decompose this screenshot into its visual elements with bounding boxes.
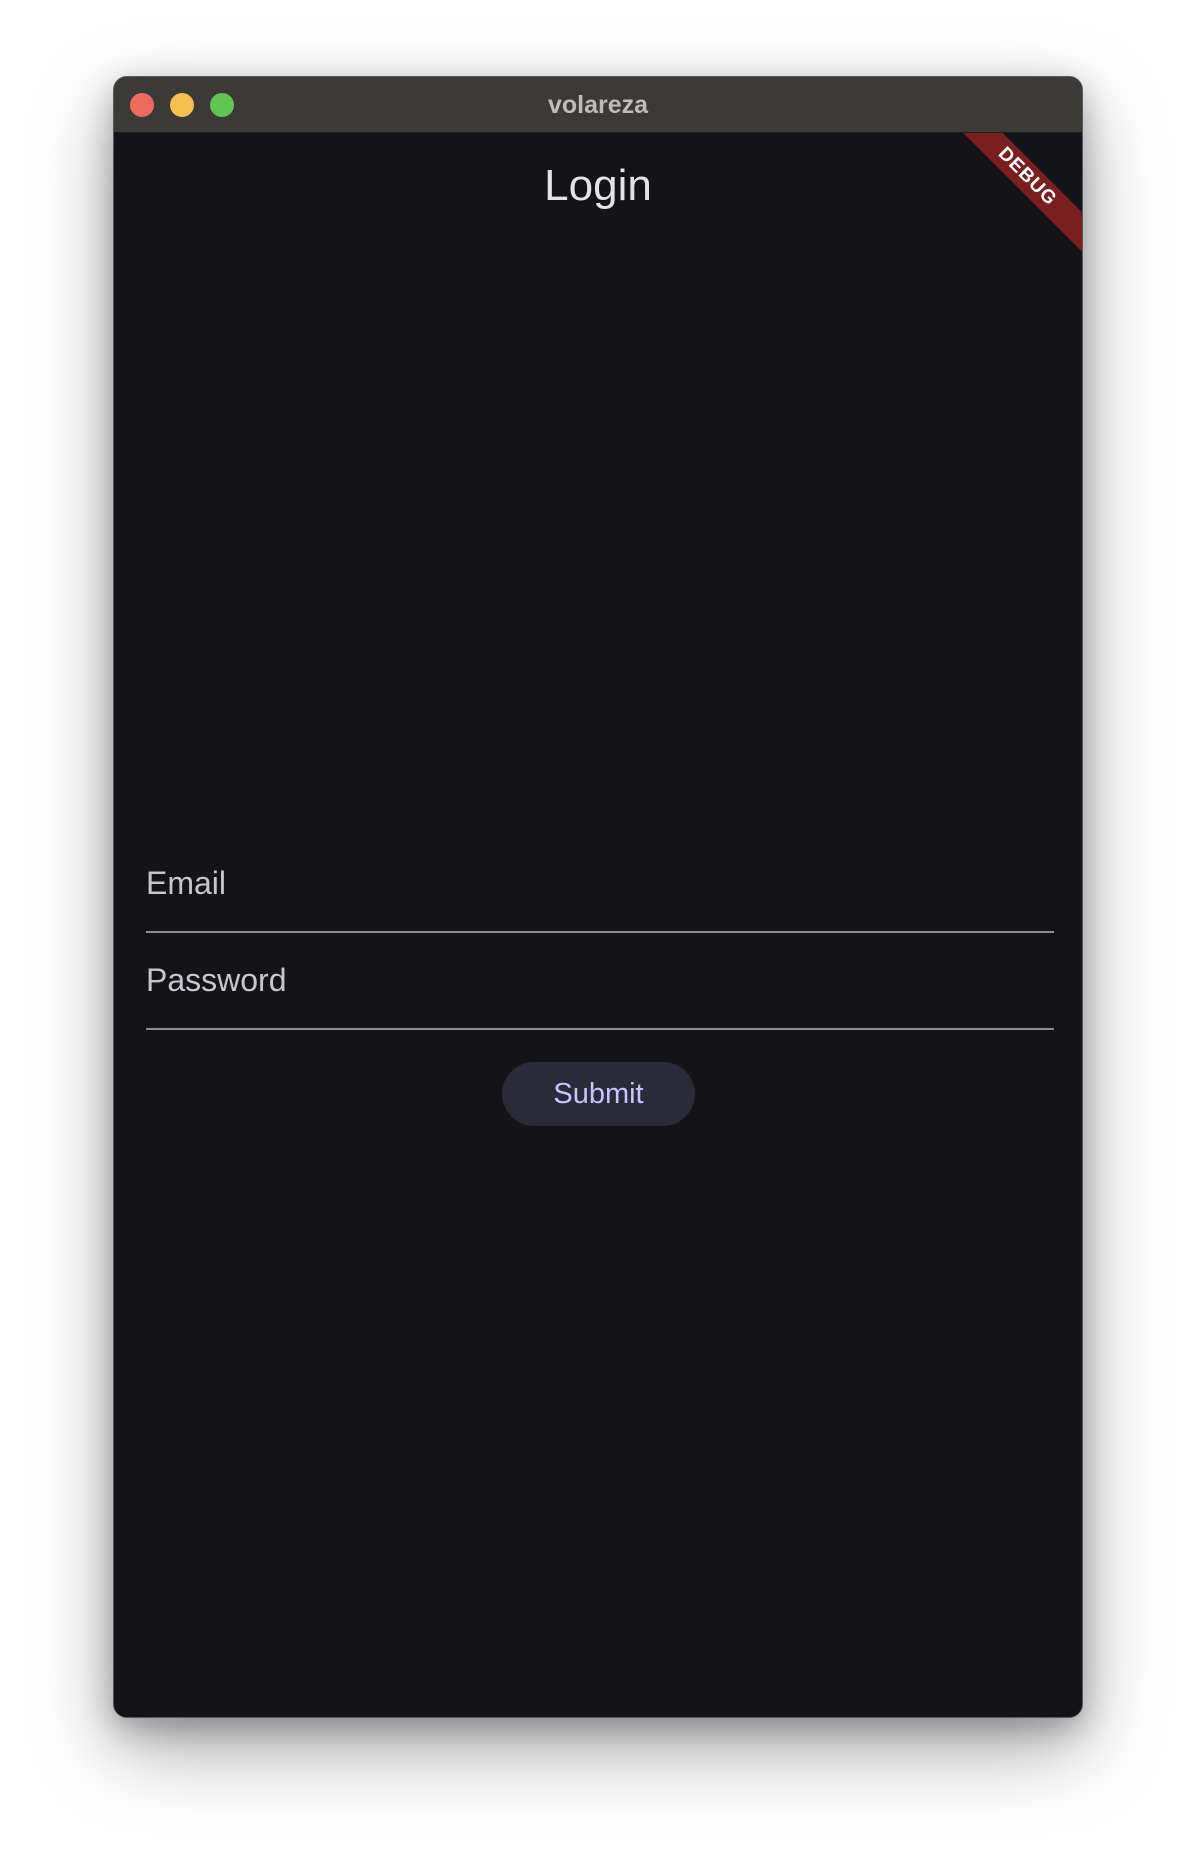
password-input[interactable] (146, 950, 1054, 1010)
page-title: Login (544, 161, 652, 210)
window-title: volareza (547, 91, 649, 119)
email-field (146, 843, 1054, 933)
password-field (146, 940, 1054, 1030)
title-bar[interactable]: volareza (114, 77, 1082, 133)
app-window: volareza Login DEBUG Submit (113, 76, 1083, 1718)
app-content: Login DEBUG Submit (114, 133, 1082, 1717)
submit-button[interactable]: Submit (502, 1062, 695, 1126)
email-input[interactable] (146, 853, 1054, 913)
